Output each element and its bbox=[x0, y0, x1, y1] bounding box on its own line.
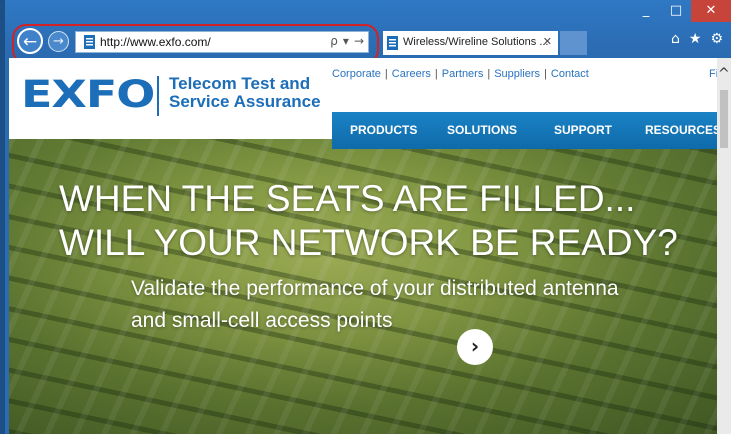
page-icon bbox=[387, 36, 398, 50]
scroll-up-icon[interactable]: ^ bbox=[718, 66, 730, 82]
subtext-line2: and small-cell access points bbox=[131, 309, 393, 332]
toolbar-right: ⌂ ★ ⚙ bbox=[671, 31, 723, 47]
menu-solutions[interactable]: SOLUTIONS bbox=[447, 123, 517, 137]
scroll-thumb[interactable] bbox=[720, 90, 728, 148]
tab-close-icon[interactable]: ✕ bbox=[543, 35, 552, 48]
exfo-logo[interactable]: EXFO bbox=[21, 75, 155, 113]
menu-products[interactable]: PRODUCTS bbox=[350, 123, 417, 137]
main-menu: PRODUCTS SOLUTIONS SUPPORT RESOURCES bbox=[332, 112, 717, 149]
minimize-button[interactable]: _ bbox=[631, 0, 661, 22]
subtext-line1: Validate the performance of your distrib… bbox=[131, 277, 619, 300]
menu-support[interactable]: SUPPORT bbox=[554, 123, 612, 137]
link-suppliers[interactable]: Suppliers bbox=[494, 68, 540, 80]
link-partners[interactable]: Partners bbox=[442, 68, 484, 80]
browser-titlebar: _ □ ✕ ← → http://www.exfo.com/ ρ ▾ → Wir… bbox=[5, 0, 731, 64]
tagline-line1: Telecom Test and bbox=[169, 74, 311, 93]
menu-resources[interactable]: RESOURCES bbox=[645, 123, 717, 137]
link-contact[interactable]: Contact bbox=[551, 68, 589, 80]
window-controls: _ □ ✕ bbox=[631, 0, 731, 24]
tagline: Telecom Test and Service Assurance bbox=[169, 75, 321, 111]
browser-tab[interactable]: Wireless/Wireline Solutions ... ✕ bbox=[383, 31, 558, 55]
close-window-button[interactable]: ✕ bbox=[691, 0, 731, 22]
top-links: Corporate | Careers | Partners | Suppliers | Con… bbox=[332, 68, 589, 80]
tab-title: Wireless/Wireline Solutions ... bbox=[403, 36, 549, 48]
hero-subtext: Validate the performance of your distrib… bbox=[131, 273, 619, 337]
link-corporate[interactable]: Corporate bbox=[332, 68, 381, 80]
new-tab-button[interactable] bbox=[560, 31, 587, 55]
hero-headline: WHEN THE SEATS ARE FILLED... WILL YOUR N… bbox=[59, 177, 678, 265]
logo-divider bbox=[157, 76, 159, 116]
page-viewport: EXFO Telecom Test and Service Assurance … bbox=[9, 58, 717, 434]
settings-gear-icon[interactable]: ⚙ bbox=[710, 31, 723, 47]
tagline-line2: Service Assurance bbox=[169, 92, 321, 111]
vertical-scrollbar[interactable]: ^ bbox=[717, 58, 731, 434]
maximize-button[interactable]: □ bbox=[661, 0, 691, 22]
headline-line2: WILL YOUR NETWORK BE READY? bbox=[59, 222, 678, 263]
hero-banner: WHEN THE SEATS ARE FILLED... WILL YOUR N… bbox=[9, 139, 717, 434]
side-link-fragment[interactable]: Fi bbox=[709, 68, 717, 80]
favorites-star-icon[interactable]: ★ bbox=[689, 31, 702, 47]
link-careers[interactable]: Careers bbox=[392, 68, 431, 80]
headline-line1: WHEN THE SEATS ARE FILLED... bbox=[59, 178, 636, 219]
home-icon[interactable]: ⌂ bbox=[671, 31, 680, 47]
chevron-right-icon[interactable]: › bbox=[457, 329, 493, 365]
